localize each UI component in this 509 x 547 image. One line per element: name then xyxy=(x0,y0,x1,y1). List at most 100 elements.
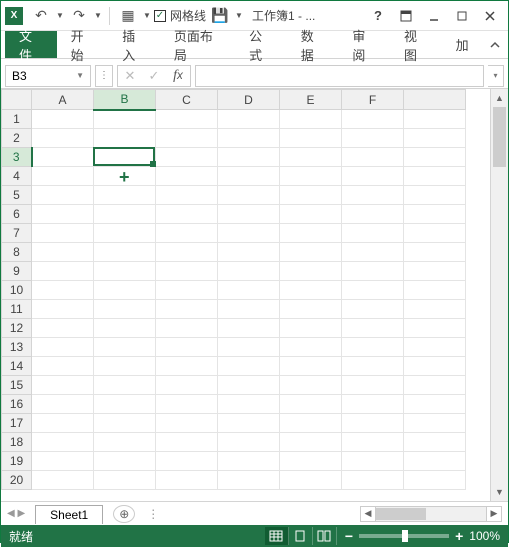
cell[interactable] xyxy=(404,414,466,433)
cell[interactable] xyxy=(218,224,280,243)
cell[interactable] xyxy=(32,129,94,148)
column-header[interactable]: F xyxy=(342,90,404,110)
maximize-button[interactable] xyxy=(448,4,476,28)
cell[interactable] xyxy=(156,110,218,129)
sheet-tab-menu[interactable]: ⋮ xyxy=(147,507,159,521)
cell[interactable] xyxy=(218,300,280,319)
cell[interactable] xyxy=(32,167,94,186)
cell[interactable] xyxy=(32,205,94,224)
cell[interactable] xyxy=(342,167,404,186)
normal-view-button[interactable] xyxy=(265,527,289,545)
cell[interactable] xyxy=(156,471,218,490)
zoom-out-button[interactable]: − xyxy=(345,528,353,544)
row-header[interactable]: 17 xyxy=(2,414,32,433)
cell[interactable] xyxy=(404,167,466,186)
cell[interactable] xyxy=(94,452,156,471)
cell[interactable] xyxy=(218,148,280,167)
cell[interactable] xyxy=(280,281,342,300)
cell[interactable] xyxy=(94,319,156,338)
cell[interactable] xyxy=(404,110,466,129)
cell[interactable] xyxy=(342,300,404,319)
cell[interactable] xyxy=(280,319,342,338)
cell[interactable] xyxy=(280,243,342,262)
cell[interactable] xyxy=(342,243,404,262)
excel-app-icon[interactable]: X xyxy=(5,7,23,25)
row-header[interactable]: 11 xyxy=(2,300,32,319)
row-header[interactable]: 14 xyxy=(2,357,32,376)
vertical-scrollbar[interactable]: ▲ ▼ xyxy=(490,89,508,501)
scroll-left-icon[interactable]: ◀ xyxy=(360,506,376,522)
cell[interactable] xyxy=(156,319,218,338)
cell[interactable] xyxy=(404,262,466,281)
help-button[interactable]: ? xyxy=(364,4,392,28)
cell[interactable] xyxy=(32,243,94,262)
cell[interactable] xyxy=(342,357,404,376)
cell[interactable] xyxy=(32,300,94,319)
cell[interactable] xyxy=(32,186,94,205)
select-all-cell[interactable] xyxy=(2,90,32,110)
cell[interactable] xyxy=(404,433,466,452)
cell[interactable] xyxy=(32,148,94,167)
cell[interactable] xyxy=(32,262,94,281)
row-header[interactable]: 2 xyxy=(2,129,32,148)
cell[interactable] xyxy=(280,433,342,452)
sheet-tab[interactable]: Sheet1 xyxy=(35,505,103,524)
cell[interactable] xyxy=(94,433,156,452)
row-header[interactable]: 13 xyxy=(2,338,32,357)
cell[interactable] xyxy=(280,110,342,129)
cell[interactable] xyxy=(218,433,280,452)
qat-customize-dropdown[interactable]: ▼ xyxy=(234,4,244,28)
cell[interactable] xyxy=(94,395,156,414)
cell[interactable] xyxy=(404,357,466,376)
cell[interactable] xyxy=(280,262,342,281)
cell[interactable] xyxy=(342,433,404,452)
ribbon-options-button[interactable] xyxy=(392,4,420,28)
cell[interactable] xyxy=(218,262,280,281)
cell[interactable] xyxy=(342,148,404,167)
cell[interactable] xyxy=(32,471,94,490)
redo-button[interactable]: ↷ xyxy=(67,4,91,28)
zoom-slider[interactable] xyxy=(359,534,449,538)
cell[interactable] xyxy=(218,205,280,224)
cell[interactable] xyxy=(156,338,218,357)
cell[interactable] xyxy=(342,186,404,205)
expand-formula-bar-icon[interactable]: ▾ xyxy=(488,65,504,87)
tab-insert[interactable]: 插入 xyxy=(108,31,160,58)
cell[interactable] xyxy=(218,186,280,205)
cell[interactable] xyxy=(32,376,94,395)
row-header[interactable]: 9 xyxy=(2,262,32,281)
minimize-button[interactable] xyxy=(420,4,448,28)
cell[interactable] xyxy=(280,300,342,319)
cell[interactable] xyxy=(342,224,404,243)
cell[interactable] xyxy=(342,414,404,433)
column-header[interactable]: D xyxy=(218,90,280,110)
scroll-up-icon[interactable]: ▲ xyxy=(491,89,508,107)
cell[interactable] xyxy=(218,319,280,338)
redo-dropdown[interactable]: ▼ xyxy=(93,4,103,28)
row-header[interactable]: 7 xyxy=(2,224,32,243)
borders-button[interactable]: ▦ xyxy=(116,4,140,28)
close-button[interactable] xyxy=(476,4,504,28)
cell[interactable] xyxy=(94,414,156,433)
column-header[interactable]: A xyxy=(32,90,94,110)
sheet-nav-buttons[interactable]: ◀ ▶ xyxy=(7,508,25,519)
cell[interactable] xyxy=(156,129,218,148)
cell[interactable] xyxy=(218,167,280,186)
cell[interactable] xyxy=(94,262,156,281)
cell[interactable] xyxy=(280,395,342,414)
undo-button[interactable]: ↶ xyxy=(29,4,53,28)
tab-file[interactable]: 文件 xyxy=(5,31,57,58)
cell[interactable] xyxy=(156,148,218,167)
cell[interactable] xyxy=(32,357,94,376)
cell[interactable] xyxy=(94,281,156,300)
cell[interactable] xyxy=(280,471,342,490)
cell[interactable] xyxy=(342,452,404,471)
row-header[interactable]: 19 xyxy=(2,452,32,471)
cell[interactable] xyxy=(156,186,218,205)
scrollbar-thumb[interactable] xyxy=(376,508,426,520)
page-break-view-button[interactable] xyxy=(313,527,337,545)
cell[interactable] xyxy=(404,300,466,319)
cell[interactable] xyxy=(342,338,404,357)
cell[interactable] xyxy=(218,357,280,376)
column-header[interactable]: B xyxy=(94,90,156,110)
